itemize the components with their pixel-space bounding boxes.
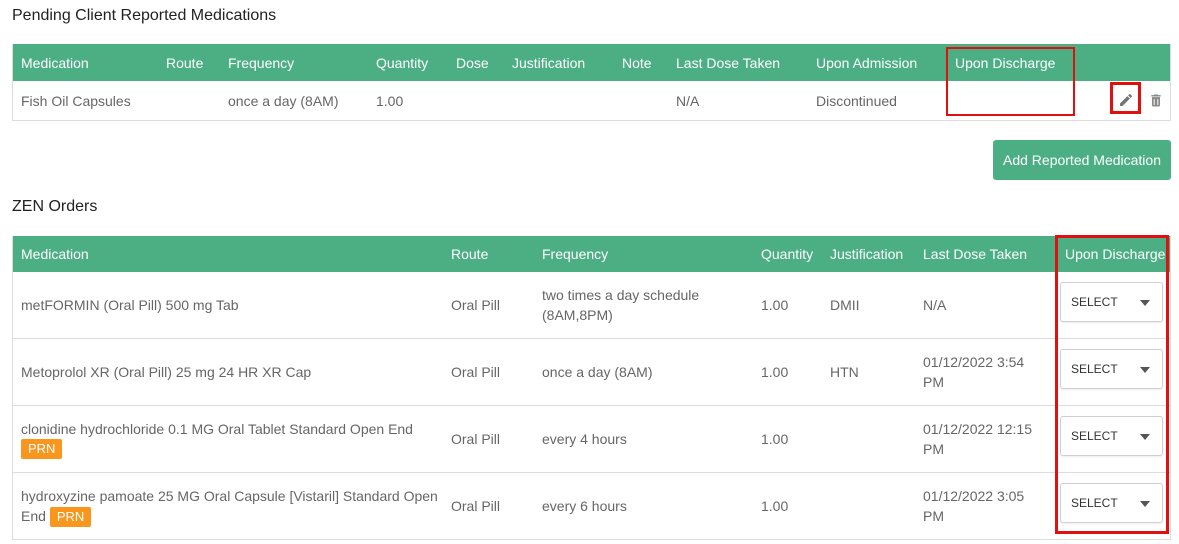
header-route: Route: [166, 54, 204, 71]
cell-justification: DMII: [830, 297, 860, 313]
cell-last-dose: 01/12/2022 3:05 PM: [923, 488, 1025, 524]
highlight-edit-button: [1110, 82, 1141, 114]
header-note: Note: [622, 54, 652, 71]
medication-name: clonidine hydrochloride 0.1 MG Oral Tabl…: [21, 421, 413, 437]
table-row: Metoprolol XR (Oral Pill) 25 mg 24 HR XR…: [13, 339, 1170, 406]
prn-badge: PRN: [49, 507, 92, 528]
table-row: clonidine hydrochloride 0.1 MG Oral Tabl…: [13, 406, 1170, 473]
cell-last-dose: 01/12/2022 12:15 PM: [923, 421, 1032, 457]
cell-route: Oral Pill: [451, 431, 501, 447]
cell-frequency: two times a day schedule (8AM,8PM): [542, 287, 700, 323]
cell-medication: Metoprolol XR (Oral Pill) 25 mg 24 HR XR…: [21, 339, 441, 405]
cell-route: Oral Pill: [451, 364, 501, 380]
header-justification: Justification: [512, 54, 586, 71]
cell-quantity: 1.00: [761, 364, 789, 380]
header-dose: Dose: [456, 54, 489, 71]
header-frequency: Frequency: [542, 246, 609, 262]
cell-frequency: every 6 hours: [542, 498, 627, 514]
header-upon-admission: Upon Admission: [816, 54, 918, 71]
header-medication: Medication: [21, 54, 89, 71]
cell-route: Oral Pill: [451, 297, 501, 313]
header-justification: Justification: [830, 246, 904, 262]
cell-upon-admission: Discontinued: [816, 92, 897, 109]
header-medication: Medication: [21, 246, 89, 262]
cell-medication: Fish Oil Capsules: [21, 92, 131, 109]
add-reported-medication-button[interactable]: Add Reported Medication: [993, 140, 1171, 180]
header-quantity: Quantity: [761, 246, 814, 262]
header-last-dose: Last Dose Taken: [923, 246, 1028, 262]
cell-route: Oral Pill: [451, 498, 501, 514]
cell-medication: hydroxyzine pamoate 25 MG Oral Capsule […: [21, 473, 441, 539]
table-row: metFORMIN (Oral Pill) 500 mg Tab Oral Pi…: [13, 272, 1170, 339]
prn-badge: PRN: [21, 439, 63, 459]
cell-frequency: once a day (8AM): [228, 92, 339, 109]
cell-frequency: once a day (8AM): [542, 364, 653, 380]
cell-medication: clonidine hydrochloride 0.1 MG Oral Tabl…: [21, 406, 441, 472]
cell-quantity: 1.00: [761, 498, 789, 514]
trash-icon: [1148, 92, 1164, 109]
header-last-dose: Last Dose Taken: [676, 54, 781, 71]
pending-section-title: Pending Client Reported Medications: [12, 7, 277, 24]
zen-orders-table: Medication Route Frequency Quantity Just…: [12, 236, 1171, 540]
cell-quantity: 1.00: [761, 297, 789, 313]
cell-frequency: every 4 hours: [542, 431, 627, 447]
delete-button[interactable]: [1146, 88, 1166, 112]
medication-name: metFORMIN (Oral Pill) 500 mg Tab: [21, 297, 239, 313]
highlight-upon-discharge-column: [946, 47, 1075, 116]
cell-last-dose: 01/12/2022 3:54 PM: [923, 354, 1025, 390]
zen-orders-title: ZEN Orders: [12, 198, 98, 215]
cell-justification: HTN: [830, 364, 859, 380]
header-quantity: Quantity: [376, 54, 429, 71]
cell-last-dose: N/A: [676, 92, 700, 109]
cell-quantity: 1.00: [761, 431, 789, 447]
table-row: hydroxyzine pamoate 25 MG Oral Capsule […: [13, 473, 1170, 540]
cell-medication: metFORMIN (Oral Pill) 500 mg Tab: [21, 272, 441, 338]
cell-quantity: 1.00: [376, 92, 404, 109]
cell-last-dose: N/A: [923, 297, 947, 313]
header-route: Route: [451, 246, 489, 262]
header-frequency: Frequency: [228, 54, 295, 71]
zen-table-header: Medication Route Frequency Quantity Just…: [13, 236, 1170, 272]
highlight-upon-discharge-column: [1055, 235, 1169, 534]
medication-name: Metoprolol XR (Oral Pill) 25 mg 24 HR XR…: [21, 364, 312, 380]
